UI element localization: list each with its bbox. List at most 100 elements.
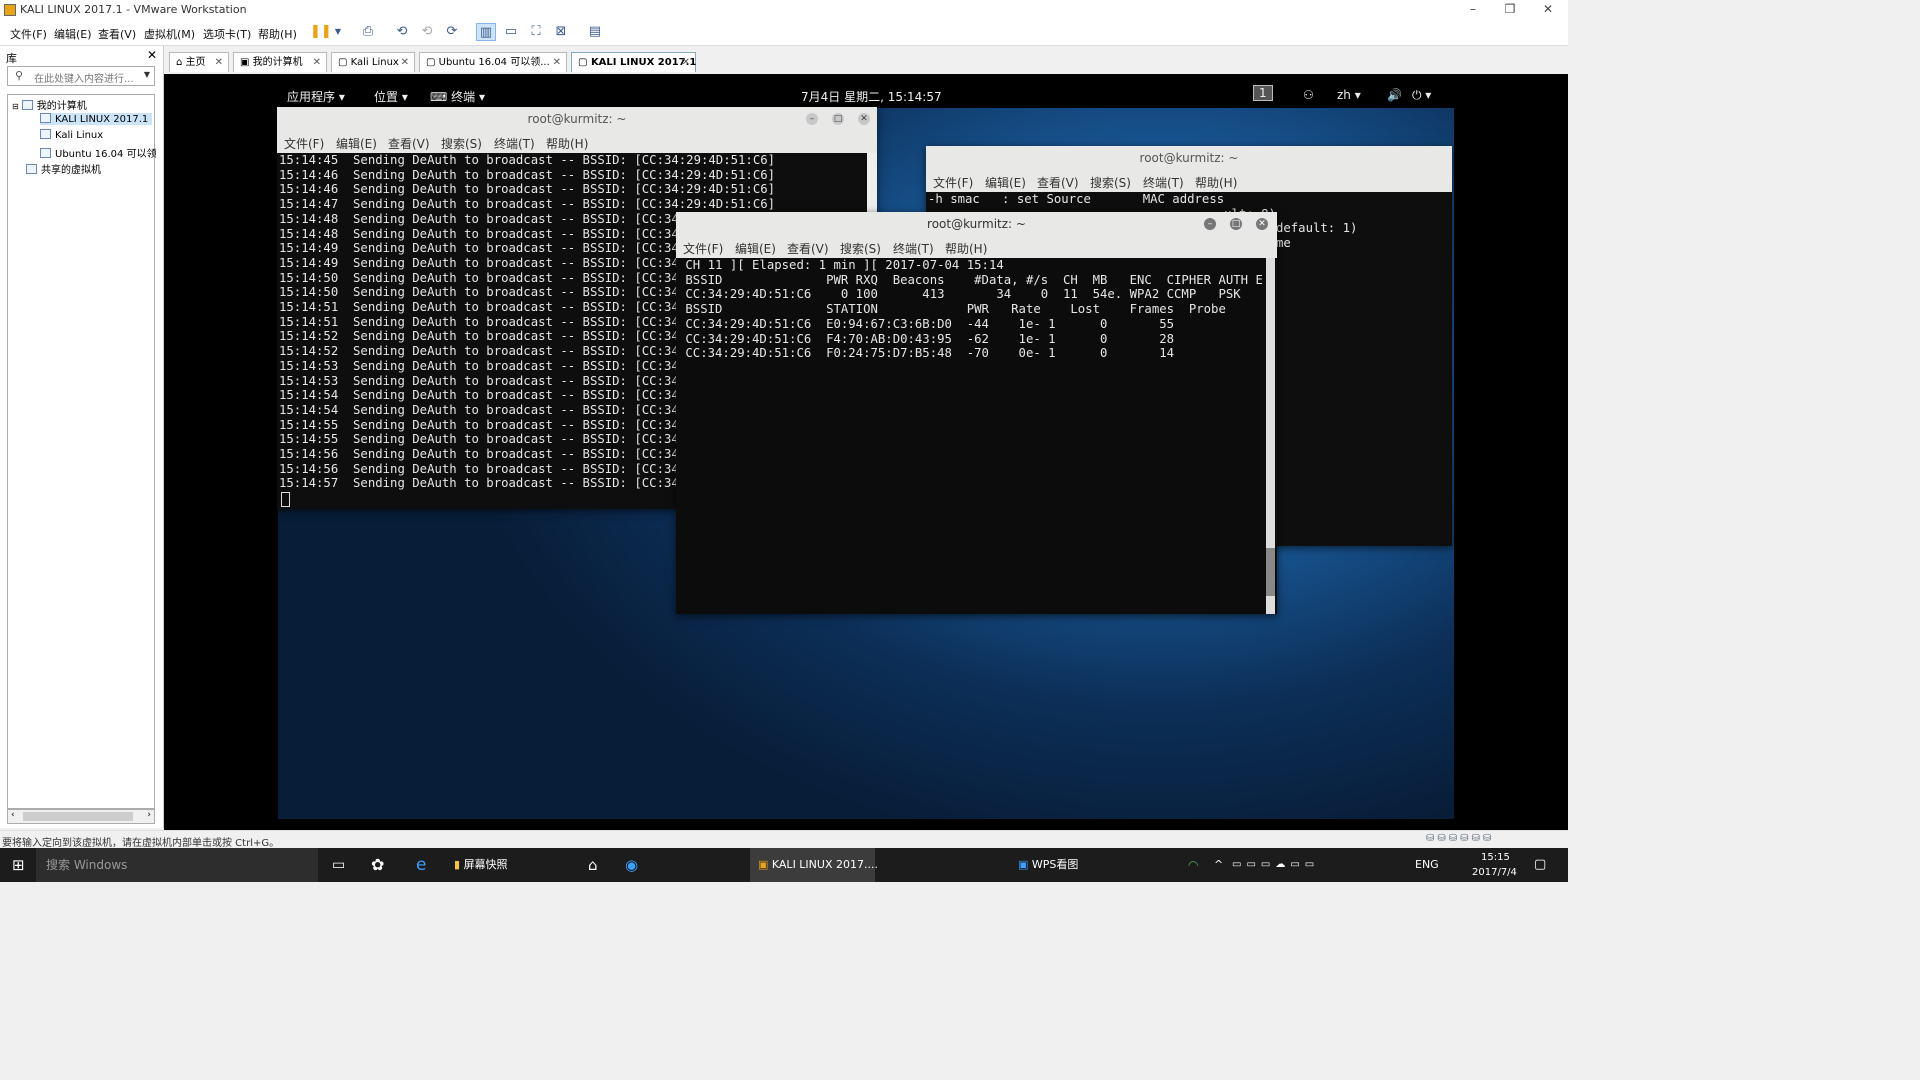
tray-expand-icon[interactable]: ^ bbox=[1214, 848, 1223, 882]
term-menu-terminal[interactable]: 终端(T) bbox=[1143, 174, 1184, 191]
tab-kali-2017[interactable]: ▢ KALI LINUX 2017.1 ✕ bbox=[571, 52, 696, 72]
windows-start-icon[interactable]: ⊞ bbox=[12, 848, 25, 882]
library-view-icon[interactable]: ▥ bbox=[476, 23, 496, 41]
terminal-scrollbar[interactable] bbox=[1266, 258, 1275, 614]
tab-close-icon[interactable]: ✕ bbox=[401, 53, 409, 72]
chevron-down-icon[interactable]: ▼ bbox=[144, 70, 150, 79]
revert-snapshot-icon[interactable]: ⟲ bbox=[417, 23, 437, 41]
pause-dropdown-icon[interactable]: ▼ bbox=[328, 23, 348, 41]
terminal-menubar: 文件(F) 编辑(E) 查看(V) 搜索(S) 终端(T) 帮助(H) bbox=[926, 170, 1452, 192]
menu-help[interactable]: 帮助(H) bbox=[258, 26, 297, 42]
close-button[interactable]: ✕ bbox=[1530, 0, 1566, 20]
tab-kali-linux[interactable]: ▢ Kali Linux ✕ bbox=[331, 52, 415, 72]
tab-close-icon[interactable]: ✕ bbox=[313, 53, 321, 72]
tab-close-icon[interactable]: ✕ bbox=[553, 53, 561, 72]
tab-ubuntu[interactable]: ▢ Ubuntu 16.04 可以领... ✕ bbox=[419, 52, 567, 72]
term-menu-edit[interactable]: 编辑(E) bbox=[735, 240, 776, 257]
input-language-indicator[interactable]: ENG bbox=[1415, 848, 1439, 882]
menu-vm[interactable]: 虚拟机(M) bbox=[144, 26, 195, 42]
term-menu-view[interactable]: 查看(V) bbox=[388, 135, 430, 152]
tree-item-kali-linux[interactable]: Kali Linux bbox=[40, 129, 103, 141]
taskbar-app-vmware[interactable]: ▣ KALI LINUX 2017.... bbox=[750, 848, 878, 882]
maximize-icon[interactable]: □ bbox=[1230, 218, 1242, 230]
menu-edit[interactable]: 编辑(E) bbox=[54, 26, 92, 42]
tree-item-shared-vms[interactable]: 共享的虚拟机 bbox=[26, 161, 101, 176]
tree-item-kali-2017[interactable]: KALI LINUX 2017.1 bbox=[40, 113, 153, 125]
scroll-left-icon[interactable]: ‹ bbox=[11, 810, 15, 820]
term-menu-search[interactable]: 搜索(S) bbox=[1090, 174, 1131, 191]
maximize-icon[interactable]: □ bbox=[832, 113, 844, 125]
scrollbar-thumb[interactable] bbox=[1266, 548, 1275, 596]
menu-file[interactable]: 文件(F) bbox=[10, 26, 47, 42]
taskbar-date[interactable]: 2017/7/4 bbox=[1472, 866, 1517, 880]
minimize-icon[interactable]: – bbox=[806, 113, 818, 125]
terminal-window-airodump[interactable]: root@kurmitz: ~ – □ ✕ 文件(F) 编辑(E) 查看(V) … bbox=[676, 212, 1277, 614]
term-menu-help[interactable]: 帮助(H) bbox=[945, 240, 987, 257]
menu-tabs[interactable]: 选项卡(T) bbox=[203, 26, 251, 42]
gnome-terminal-menu[interactable]: ⌨ 终端 ▾ bbox=[430, 88, 485, 105]
tray-icons[interactable]: ▭▭▭☁▭▭ bbox=[1232, 848, 1319, 882]
term-menu-view[interactable]: 查看(V) bbox=[1037, 174, 1079, 191]
send-keys-icon[interactable]: ⎙ bbox=[358, 23, 378, 41]
term-menu-edit[interactable]: 编辑(E) bbox=[985, 174, 1026, 191]
device-status-icons[interactable]: ⛁⛁⛁⛁⛁⛁ bbox=[1426, 833, 1494, 844]
scrollbar-thumb[interactable] bbox=[23, 812, 133, 821]
preferences-icon[interactable]: ▤ bbox=[585, 23, 605, 41]
vm-console[interactable]: 应用程序 ▾ 位置 ▾ ⌨ 终端 ▾ 7月4日 星期二, 15:14:57 1 … bbox=[164, 74, 1568, 830]
notifications-icon[interactable]: ▢ bbox=[1534, 848, 1546, 882]
task-view-icon[interactable]: ▭ bbox=[332, 848, 345, 882]
terminal-output[interactable]: CH 11 ][ Elapsed: 1 min ][ 2017-07-04 15… bbox=[676, 258, 1277, 614]
term-menu-terminal[interactable]: 终端(T) bbox=[494, 135, 535, 152]
term-menu-edit[interactable]: 编辑(E) bbox=[336, 135, 377, 152]
tab-close-icon[interactable]: ✕ bbox=[682, 53, 690, 72]
tree-item-ubuntu[interactable]: Ubuntu 16.04 可以领 bbox=[40, 145, 157, 160]
taskbar-time[interactable]: 15:15 bbox=[1481, 851, 1510, 865]
pause-icon[interactable]: ❚❚ bbox=[310, 23, 332, 41]
minimize-button[interactable]: – bbox=[1455, 0, 1491, 20]
taskbar-app-screenshot[interactable]: ▮ 屏幕快照 bbox=[454, 848, 508, 882]
volume-icon[interactable]: 🔊 bbox=[1387, 88, 1402, 102]
term-menu-search[interactable]: 搜索(S) bbox=[441, 135, 482, 152]
gnome-clock[interactable]: 7月4日 星期二, 15:14:57 bbox=[801, 88, 942, 105]
snapshot-icon[interactable]: ⟲ bbox=[392, 23, 412, 41]
store-app-icon[interactable]: ✿ bbox=[371, 848, 384, 882]
store-icon[interactable]: ⌂ bbox=[588, 848, 598, 882]
term-menu-file[interactable]: 文件(F) bbox=[683, 240, 723, 257]
maximize-button[interactable]: ❐ bbox=[1492, 0, 1528, 20]
minimize-icon[interactable]: – bbox=[1204, 218, 1216, 230]
close-icon[interactable]: ✕ bbox=[1256, 218, 1268, 230]
tab-my-computer[interactable]: ▣ 我的计算机 ✕ bbox=[233, 52, 327, 72]
shared-vm-icon bbox=[26, 164, 37, 174]
term-menu-help[interactable]: 帮助(H) bbox=[546, 135, 588, 152]
console-view-icon[interactable]: ▭ bbox=[501, 23, 521, 41]
tab-home[interactable]: ⌂ 主页 ✕ bbox=[169, 52, 229, 72]
people-icon[interactable]: ⚇ bbox=[1303, 88, 1314, 102]
tab-close-icon[interactable]: ✕ bbox=[215, 53, 223, 72]
gnome-places-menu[interactable]: 位置 ▾ bbox=[374, 88, 408, 105]
tree-item-my-computer[interactable]: ⊟ 我的计算机 bbox=[12, 97, 87, 112]
term-menu-terminal[interactable]: 终端(T) bbox=[893, 240, 934, 257]
workspace-indicator[interactable]: 1 bbox=[1253, 85, 1273, 101]
term-menu-help[interactable]: 帮助(H) bbox=[1195, 174, 1237, 191]
ie-icon[interactable]: ◉ bbox=[625, 848, 638, 882]
snapshot-manager-icon[interactable]: ⟳ bbox=[442, 23, 462, 41]
library-search-input[interactable]: ⚲ 在此处键入内容进行... ▼ bbox=[7, 66, 155, 86]
menu-view[interactable]: 查看(V) bbox=[98, 26, 136, 42]
term-menu-search[interactable]: 搜索(S) bbox=[840, 240, 881, 257]
term-menu-view[interactable]: 查看(V) bbox=[787, 240, 829, 257]
wifi-icon[interactable]: ◠ bbox=[1188, 848, 1198, 882]
gnome-apps-menu[interactable]: 应用程序 ▾ bbox=[287, 88, 345, 105]
taskbar-app-wps[interactable]: ▣ WPS看图 bbox=[1018, 848, 1078, 882]
fullscreen-icon[interactable]: ⛶ bbox=[526, 23, 546, 41]
edge-icon[interactable]: e bbox=[416, 848, 426, 882]
term-menu-file[interactable]: 文件(F) bbox=[933, 174, 973, 191]
close-icon[interactable]: ✕ bbox=[858, 113, 870, 125]
scroll-right-icon[interactable]: › bbox=[147, 810, 151, 820]
term-menu-file[interactable]: 文件(F) bbox=[284, 135, 324, 152]
input-method-indicator[interactable]: zh ▾ bbox=[1337, 88, 1361, 102]
library-close-icon[interactable]: ✕ bbox=[147, 48, 157, 62]
unity-icon[interactable]: ⊠ bbox=[551, 23, 571, 41]
library-horizontal-scrollbar[interactable]: ‹ › bbox=[7, 809, 155, 824]
taskbar-search-box[interactable]: 搜索 Windows bbox=[36, 848, 318, 882]
power-icon[interactable]: ⏻ ▾ bbox=[1412, 88, 1431, 103]
